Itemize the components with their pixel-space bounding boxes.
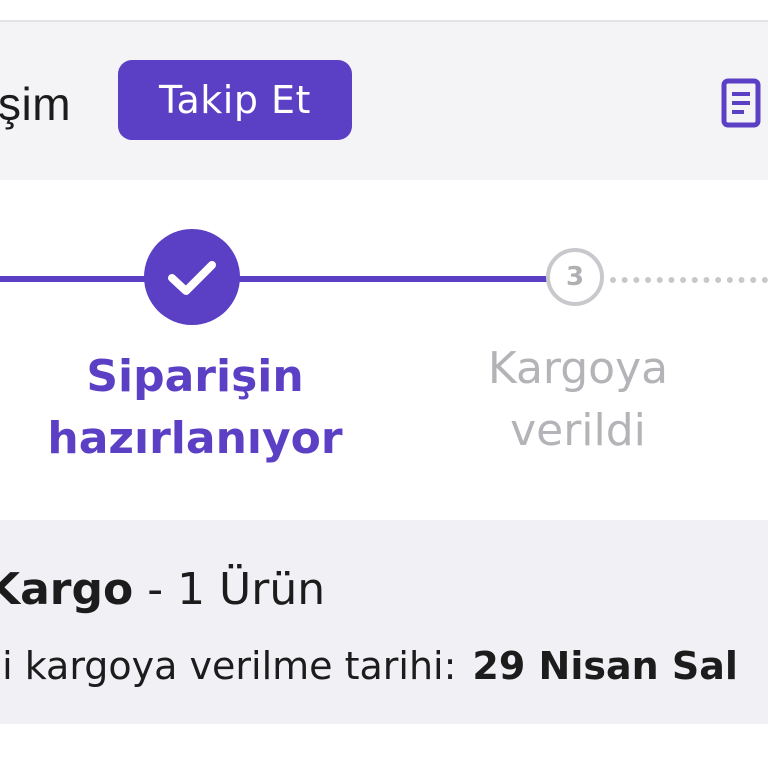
top-divider: [0, 0, 768, 22]
cargo-name: Kargo: [0, 564, 134, 615]
step-label-shipped: Kargoya verildi: [398, 338, 758, 462]
cargo-separator: -: [133, 564, 178, 615]
cargo-summary: Kargo - 1 Ürün: [0, 562, 325, 618]
step-label-line: Kargoya: [487, 343, 669, 394]
shipping-date-label: hi kargoya verilme tarihi:: [0, 644, 457, 688]
progress-line-completed: [0, 276, 548, 282]
progress-line-pending: [610, 277, 768, 283]
step-label-line: hazırlanıyor: [47, 413, 343, 464]
shipping-date-value: 29 Nisan Sal: [472, 644, 738, 688]
document-icon[interactable]: [720, 78, 766, 128]
step-completed-circle: [144, 229, 240, 325]
step-label-line: Siparişin: [86, 351, 304, 402]
step-label-line: verildi: [510, 405, 646, 456]
cargo-item-count: 1 Ürün: [177, 564, 326, 615]
check-icon: [168, 261, 216, 295]
order-header: [0, 22, 768, 180]
step-pending-circle: 3: [546, 248, 604, 306]
shipping-date-row: hi kargoya verilme tarihi: 29 Nisan Sal: [0, 640, 738, 692]
follow-button[interactable]: Takip Et: [118, 60, 352, 140]
order-header-title: şim: [0, 78, 72, 130]
page-bottom: [0, 724, 768, 768]
step-label-preparing: Siparişin hazırlanıyor: [15, 346, 375, 470]
cargo-info-panel: [0, 520, 768, 724]
